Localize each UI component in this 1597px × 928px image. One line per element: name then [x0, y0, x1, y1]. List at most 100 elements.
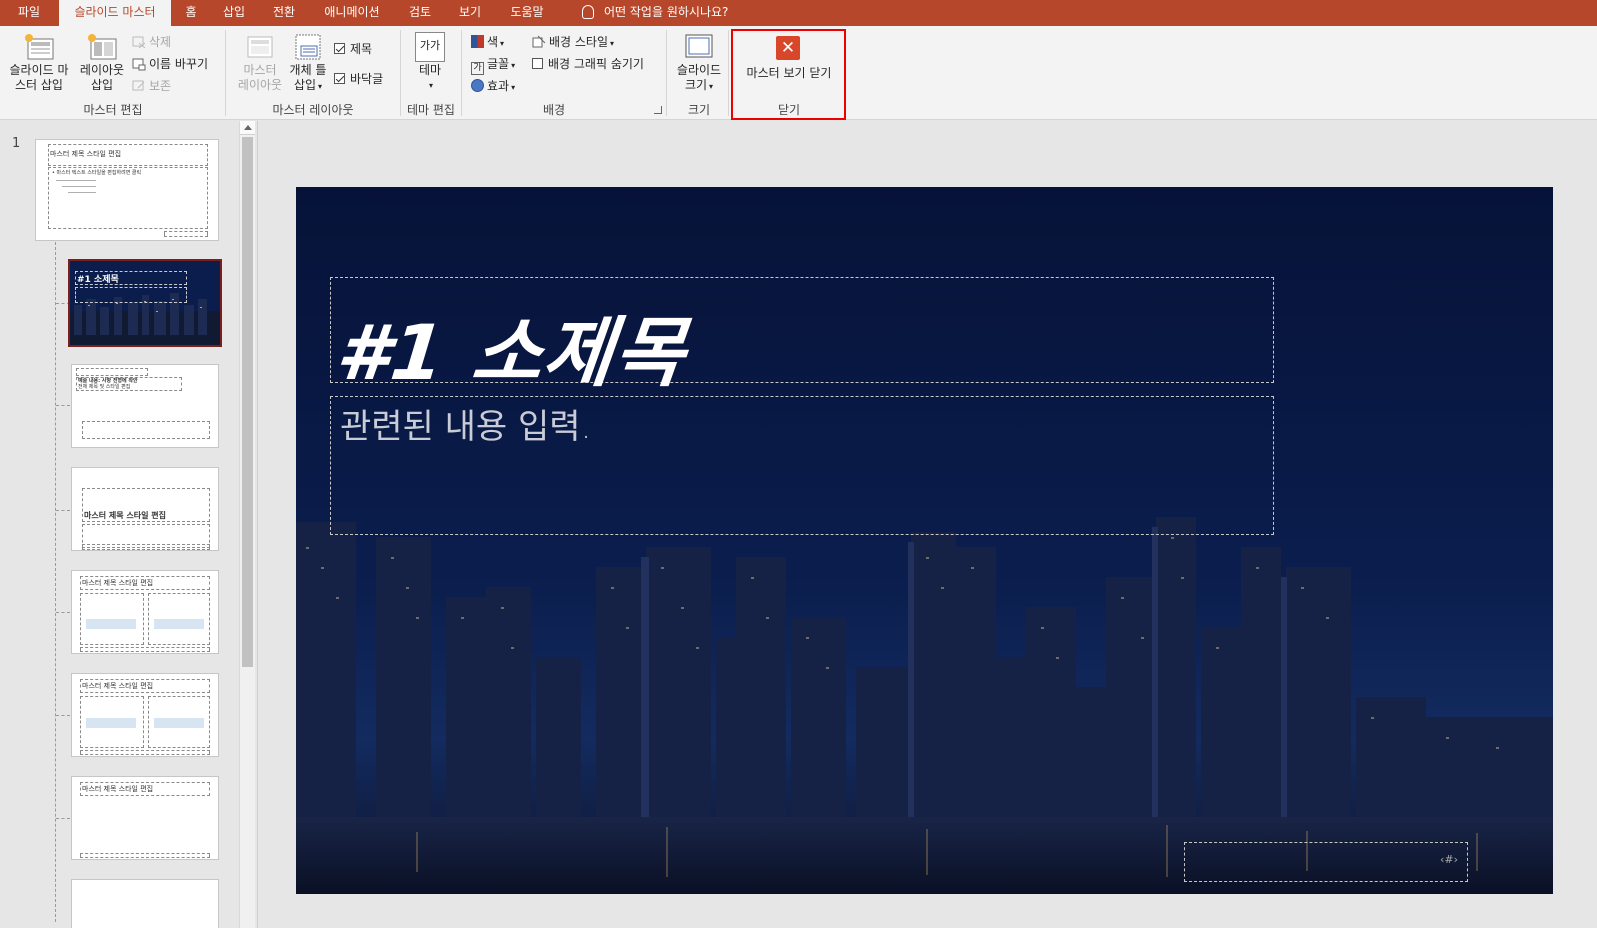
layout-thumbnail[interactable]: 마스터 제목 스타일 편집: [71, 776, 219, 860]
thumbnail-placeholder: [76, 368, 148, 376]
thumbnail-line: [62, 186, 96, 187]
insert-slide-master-button[interactable]: 슬라이드 마 스터 삽입: [6, 32, 72, 93]
theme-button[interactable]: 가가 테마 ▾: [408, 32, 452, 93]
preserve-button[interactable]: 보존: [132, 77, 171, 94]
footer-checkbox-box[interactable]: [334, 73, 345, 84]
insert-layout-label: 레이아웃 삽입: [79, 63, 125, 92]
layout-thumbnail[interactable]: 마스터 제목 스타일 편집: [71, 673, 219, 757]
group-label-master-layout: 마스터 레이아웃: [272, 103, 354, 117]
tab-transitions[interactable]: 전환: [262, 0, 306, 26]
thumbnail-placeholder: [82, 544, 210, 550]
delete-button[interactable]: 삭제: [132, 33, 171, 50]
thumbnail-image: [86, 619, 136, 629]
tab-home[interactable]: 홈: [172, 0, 210, 26]
group-label-background: 배경: [542, 103, 566, 117]
rename-icon: [132, 58, 146, 71]
layout-thumbnail-selected[interactable]: #1 소제목: [68, 259, 222, 347]
ribbon-tab-bar: 파일 슬라이드 마스터 홈 삽입 전환 애니메이션 검토 보기 도움말 어떤 작…: [0, 0, 1597, 26]
layout-thumbnail[interactable]: 마스터 제목 스타일 편집: [71, 570, 219, 654]
tab-review[interactable]: 검토: [398, 0, 442, 26]
title-checkbox-label: 제목: [350, 42, 373, 56]
scroll-up-icon[interactable]: [240, 121, 255, 135]
slide-size-label: 슬라이드 크기 ▾: [676, 63, 722, 92]
thumbnail-subtitle: 전체 제목 및 스타일 편집: [78, 384, 131, 390]
master-layout-icon: [247, 36, 273, 58]
tab-slide-master[interactable]: 슬라이드 마스터: [59, 0, 171, 26]
slide-canvas[interactable]: #1 소제목 관련된 내용 입력. ‹#›: [296, 187, 1553, 894]
slide-size-button[interactable]: 슬라이드 크기 ▾: [672, 32, 726, 94]
slide-subtitle[interactable]: 관련된 내용 입력.: [340, 399, 591, 448]
hide-background-checkbox-box[interactable]: [532, 58, 543, 69]
thumbnail-line: [68, 192, 96, 193]
background-dialog-launcher-icon[interactable]: [654, 106, 662, 114]
master-thumbnail[interactable]: 마스터 제목 스타일 편집 • 마스터 텍스트 스타일을 편집하려면 클릭: [35, 139, 219, 241]
tell-me-box[interactable]: 어떤 작업을 원하시나요?: [582, 0, 728, 26]
master-layout-button[interactable]: 마스터 레이아웃: [234, 32, 286, 93]
thumbnail-placeholder: [82, 421, 210, 439]
thumbnail-title: 마스터 제목 스타일 편집: [82, 785, 154, 793]
hide-background-checkbox[interactable]: 배경 그래픽 숨기기: [532, 55, 644, 72]
thumbnail-placeholder: [48, 167, 208, 229]
tree-connector: [56, 612, 70, 613]
thumbnail-scrollbar[interactable]: [239, 121, 255, 928]
scrollbar-thumb[interactable]: [242, 137, 253, 667]
master-layout-label: 마스터 레이아웃: [237, 63, 283, 92]
layout-thumbnail[interactable]: 예술 내용: 사항 전형에 착안 전체 제목 및 스타일 편집: [71, 364, 219, 448]
thumbnail-line: [56, 180, 96, 181]
hide-background-label: 배경 그래픽 숨기기: [548, 57, 644, 71]
insert-placeholder-icon: [295, 34, 321, 60]
thumbnail-image: [154, 619, 204, 629]
tell-me-text: 어떤 작업을 원하시나요?: [604, 5, 729, 19]
insert-slide-master-icon: [25, 34, 54, 60]
tree-connector: [56, 405, 70, 406]
footer-checkbox[interactable]: 바닥글: [334, 70, 383, 87]
slide-size-icon: [685, 34, 713, 58]
group-separator: [225, 30, 226, 116]
theme-label: 테마: [418, 63, 442, 77]
rename-label: 이름 바꾸기: [149, 57, 209, 71]
tab-animations[interactable]: 애니메이션: [314, 0, 390, 26]
lightbulb-icon: [582, 5, 594, 19]
insert-layout-button[interactable]: 레이아웃 삽입: [76, 32, 128, 93]
thumbnail-title: 마스터 제목 스타일 편집: [82, 579, 154, 587]
slide-title[interactable]: #1 소제목: [332, 291, 692, 401]
title-checkbox-box[interactable]: [334, 43, 345, 54]
slide-number: 1: [12, 136, 21, 151]
group-label-edit-theme: 테마 편집: [407, 103, 455, 117]
rename-button[interactable]: 이름 바꾸기: [132, 55, 208, 72]
slide-number-placeholder[interactable]: [1184, 842, 1468, 882]
background-styles-dropdown[interactable]: 배경 스타일 ▾: [532, 33, 614, 50]
thumbnail-placeholder: [80, 647, 210, 652]
tab-view[interactable]: 보기: [448, 0, 492, 26]
title-checkbox[interactable]: 제목: [334, 40, 372, 57]
layout-tree-line: [55, 242, 56, 922]
fonts-dropdown[interactable]: 가 글꼴 ▾: [471, 55, 515, 75]
delete-label: 삭제: [149, 35, 172, 49]
tab-insert[interactable]: 삽입: [212, 0, 256, 26]
group-label-edit-master: 마스터 편집: [83, 103, 143, 117]
thumbnail-title: #1 소제목: [77, 275, 119, 285]
preserve-label: 보존: [149, 79, 172, 93]
group-separator: [400, 30, 401, 116]
layout-thumbnail[interactable]: [71, 879, 219, 928]
colors-dropdown[interactable]: 색 ▾: [471, 33, 504, 50]
insert-slide-master-label: 슬라이드 마 스터 삽입: [9, 63, 69, 92]
thumbnail-title: 마스터 제목 스타일 편집: [82, 682, 154, 690]
tree-connector: [56, 510, 70, 511]
fonts-icon: 가: [471, 62, 484, 75]
tab-help[interactable]: 도움말: [500, 0, 554, 26]
delete-slide-icon: [132, 36, 146, 49]
thumbnail-image: [154, 718, 204, 728]
group-label-size: 크기: [687, 103, 711, 117]
thumbnail-placeholder: [164, 231, 208, 237]
group-separator: [666, 30, 667, 116]
tab-file[interactable]: 파일: [0, 0, 58, 26]
thumbnail-image: [86, 718, 136, 728]
theme-icon: 가가: [415, 32, 445, 62]
layout-thumbnail[interactable]: 마스터 제목 스타일 편집: [71, 467, 219, 551]
insert-placeholder-button[interactable]: 개체 틀 삽입 ▾: [286, 32, 330, 94]
thumbnail-placeholder: [80, 750, 210, 755]
preserve-icon: [132, 80, 145, 91]
effects-dropdown[interactable]: 효과 ▾: [471, 77, 515, 94]
background-styles-icon: [532, 35, 546, 48]
